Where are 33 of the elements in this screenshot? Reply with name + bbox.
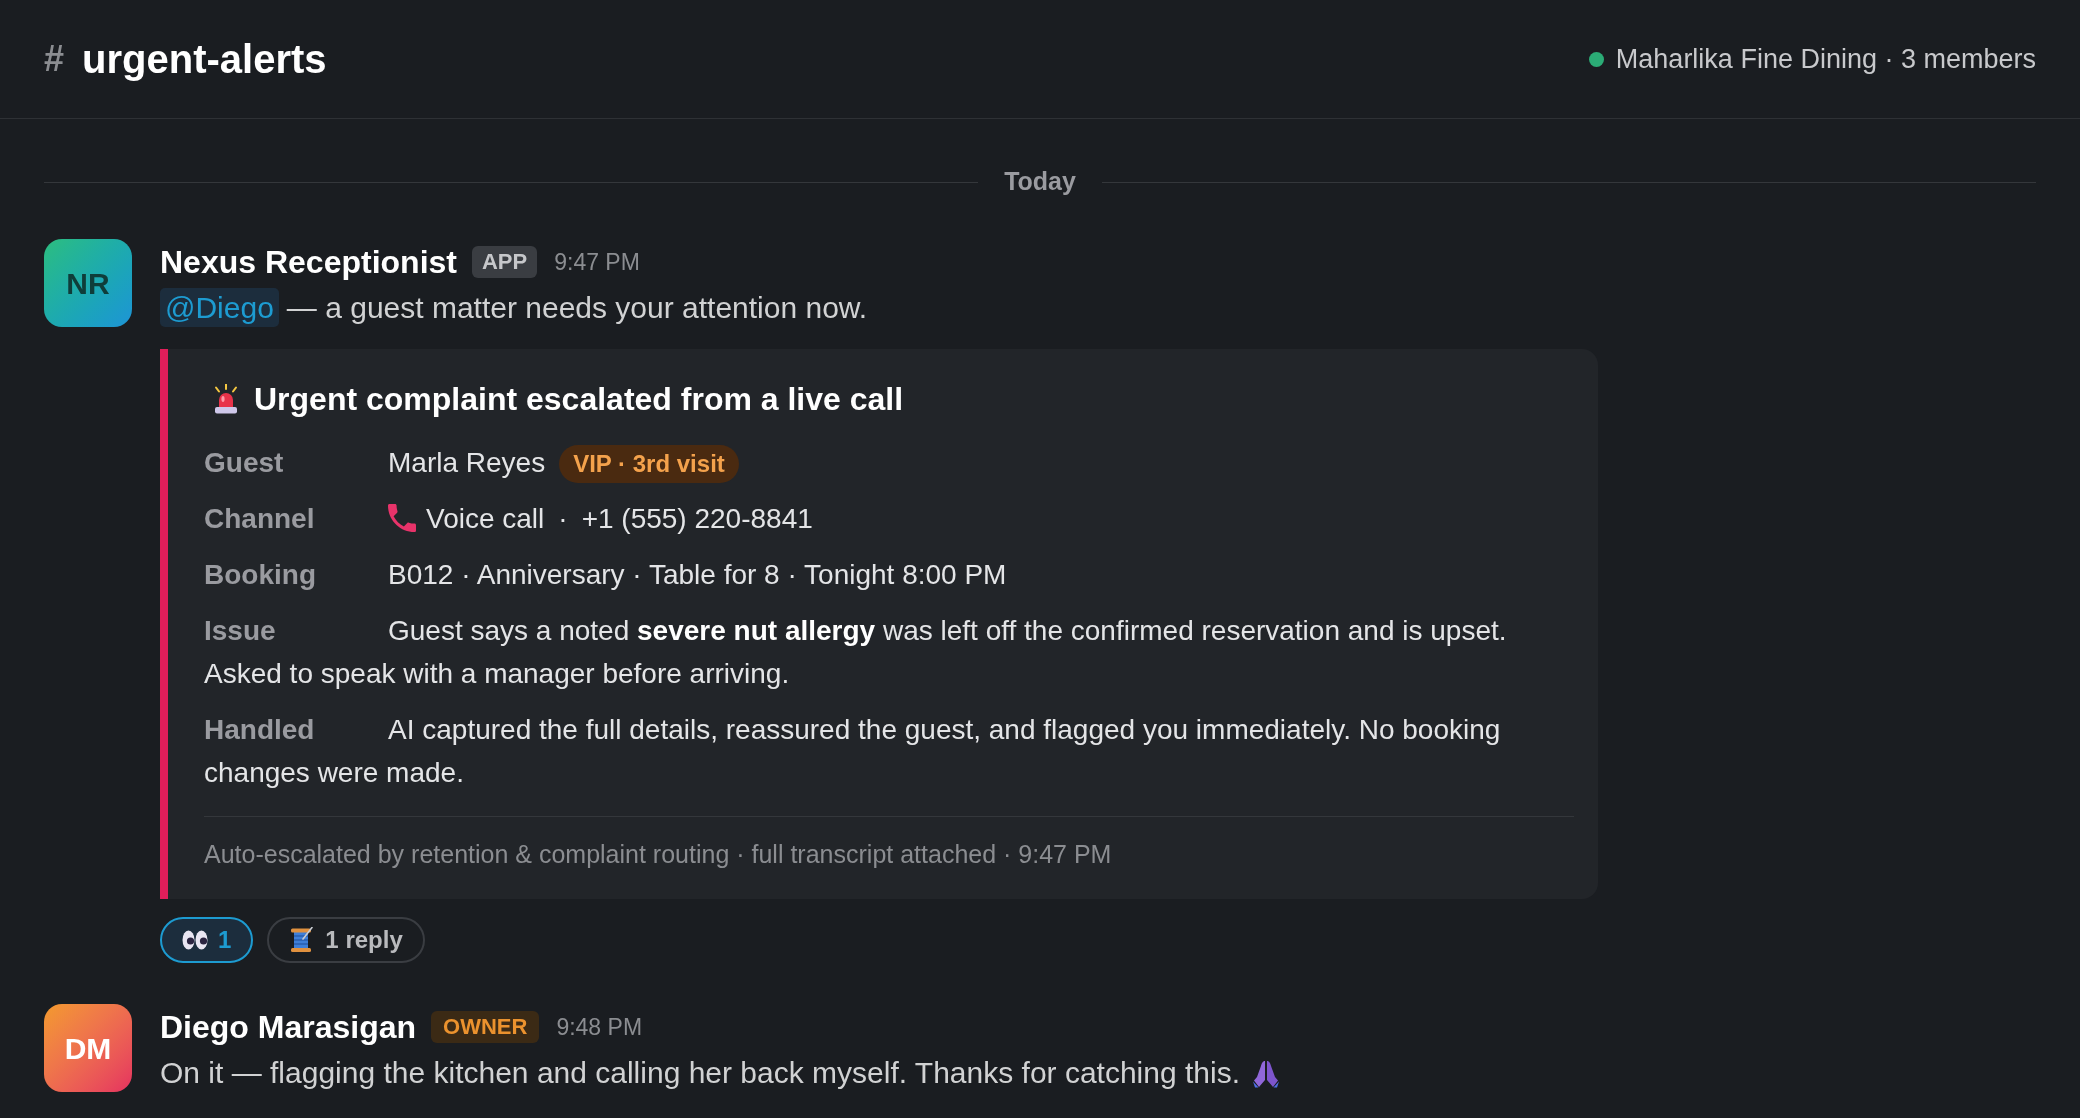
date-label: Today bbox=[1004, 166, 1076, 198]
card-title: Urgent complaint escalated from a live call bbox=[254, 380, 904, 419]
thread-replies-button[interactable]: 1 reply bbox=[267, 917, 425, 963]
user-mention[interactable]: @Diego bbox=[160, 288, 279, 327]
avatar: DM bbox=[44, 1004, 132, 1092]
phone-number: +1 (555) 220-8841 bbox=[581, 503, 813, 534]
avatar: NR bbox=[44, 239, 132, 327]
author-name[interactable]: Diego Marasigan bbox=[160, 1003, 417, 1051]
phone-icon bbox=[388, 504, 416, 532]
eyes-icon bbox=[182, 930, 208, 950]
field-value: Voice call bbox=[426, 503, 545, 534]
author-name[interactable]: Nexus Receptionist bbox=[160, 238, 457, 286]
spool-icon bbox=[289, 927, 314, 953]
field-entry: Booking B012 · Anniversary · Table for 8 · Tonight 8:00 PM bbox=[204, 558, 1008, 592]
card-footer: Auto-escalated by retention & complaint routing · full transcript attached · 9:47 PM bbox=[204, 838, 1574, 870]
hash-symbol: # bbox=[44, 37, 65, 81]
role-tag: OWNER bbox=[431, 1011, 540, 1043]
reaction-button[interactable]: 1 bbox=[160, 917, 254, 963]
workspace-info: Maharlika Fine Dining · 3 members bbox=[1615, 42, 2036, 76]
role-tag: APP bbox=[471, 246, 538, 278]
field-entry: Issue Guest says a noted severe nut allergy was left off the confirmed reservation and is upset. Asked to speak with a manager before arriving. bbox=[204, 614, 1508, 691]
message-time: 9:48 PM bbox=[556, 1012, 643, 1042]
separator: · bbox=[558, 503, 568, 534]
siren-icon bbox=[212, 384, 240, 414]
field-label: Channel bbox=[204, 502, 316, 536]
message-text: @Diego — a guest matter needs your attention now. bbox=[160, 285, 868, 331]
message-text: On it — flagging the kitchen and calling her back myself. Thanks for catching this. bbox=[160, 1056, 1240, 1089]
channel-name: urgent-alerts bbox=[82, 36, 327, 83]
field-entry: Handled AI captured the full details, reassured the guest, and flagged you immediately. No booking changes were made. bbox=[204, 713, 1502, 790]
message-time: 9:47 PM bbox=[554, 247, 640, 277]
field-label: Guest bbox=[204, 446, 285, 480]
field-value: Marla Reyes bbox=[388, 447, 546, 478]
guest-tag: VIP · 3rd visit bbox=[559, 445, 739, 483]
